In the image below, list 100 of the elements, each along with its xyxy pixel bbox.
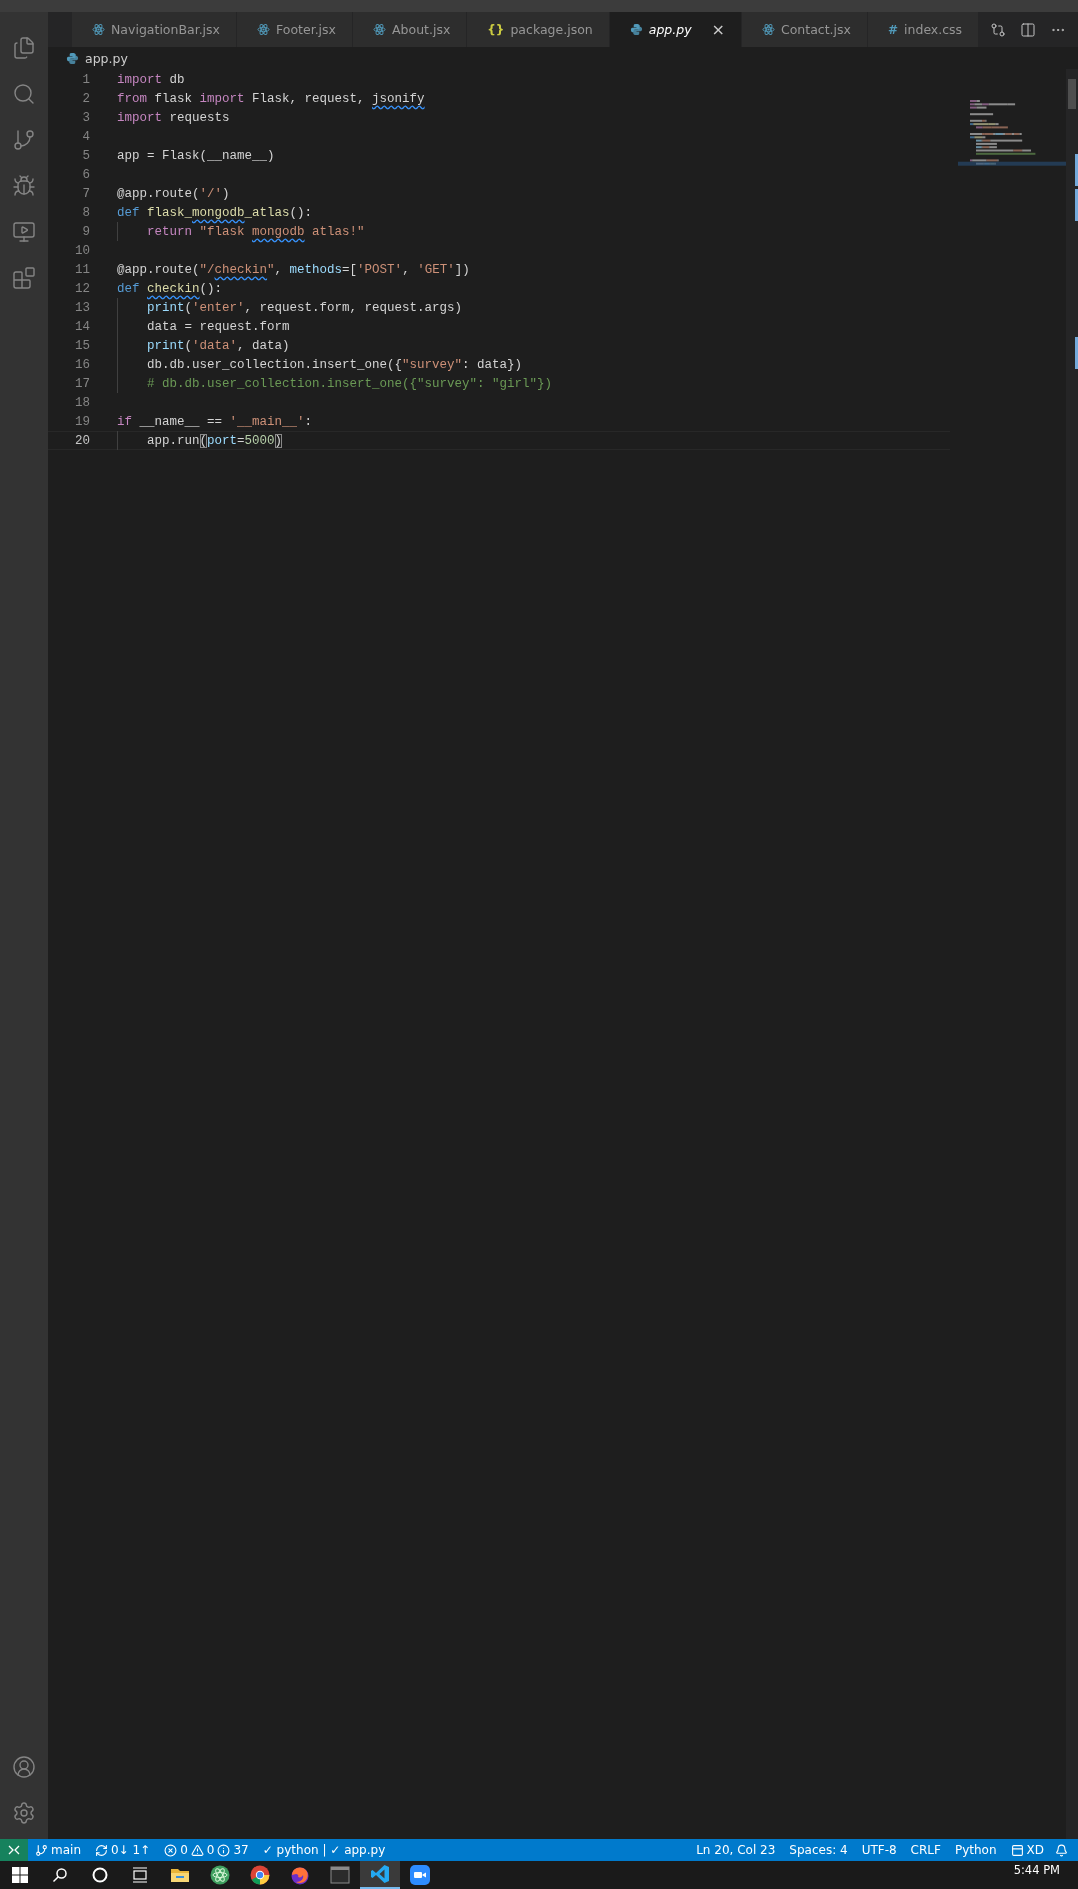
terminal-icon[interactable] — [330, 1865, 350, 1885]
code-line: return "flask mongodb atlas!" — [147, 224, 365, 239]
source-control-icon[interactable] — [12, 128, 36, 152]
layout-item[interactable]: XD — [1003, 1843, 1051, 1857]
tab-label: About.jsx — [392, 22, 451, 37]
settings-icon[interactable] — [12, 1801, 36, 1825]
remote-icon — [8, 1844, 20, 1856]
checks-item[interactable]: ✓ python | ✓ app.py — [255, 1843, 393, 1857]
circle-icon[interactable] — [92, 1867, 108, 1883]
sync-item[interactable]: 0↓ 1↑ — [88, 1843, 158, 1857]
line-number: 9 — [81, 224, 90, 239]
code-editor-icon[interactable] — [370, 1864, 390, 1884]
braces-icon: {} — [487, 22, 505, 37]
line-number: 8 — [81, 205, 90, 220]
code-line: app = Flask(__name__) — [117, 148, 275, 163]
line-number: 7 — [81, 186, 90, 201]
tab-label: Contact.jsx — [781, 22, 851, 37]
line-number: 11 — [74, 262, 90, 277]
remote-button[interactable] — [0, 1839, 28, 1861]
line-number: 18 — [74, 395, 90, 410]
window-icon — [1010, 1843, 1024, 1857]
video-call-icon[interactable] — [410, 1865, 430, 1885]
bell-icon[interactable] — [1055, 1843, 1068, 1857]
line-number: 2 — [81, 91, 90, 106]
code-line: print('data', data) — [147, 338, 290, 353]
status-item[interactable]: UTF-8 — [854, 1843, 904, 1857]
editor-tab[interactable]: Contact.jsx — [742, 12, 868, 47]
error-count: 0 — [180, 1843, 188, 1857]
start-icon[interactable] — [12, 1867, 28, 1883]
run-debug-icon[interactable] — [12, 174, 36, 198]
atom-icon — [762, 23, 775, 36]
warning-count: 0 — [206, 1843, 215, 1857]
line-number: 20 — [74, 433, 90, 448]
atom-icon — [92, 23, 105, 36]
branch-item[interactable]: main — [28, 1843, 88, 1857]
line-number: 10 — [74, 243, 90, 258]
atom-icon — [257, 23, 270, 36]
atom-icon — [373, 23, 386, 36]
info-icon — [217, 1843, 231, 1857]
status-item[interactable]: CRLF — [903, 1843, 948, 1857]
line-number: 12 — [74, 281, 90, 296]
code-line: if __name__ == '__main__': — [117, 414, 313, 429]
line-number: 5 — [81, 148, 90, 163]
problems-item[interactable]: 0 0 37 — [157, 1843, 256, 1857]
hash-icon: # — [888, 22, 899, 37]
line-number: 17 — [74, 376, 90, 391]
line-number: 4 — [81, 129, 90, 144]
code-line: import db — [117, 72, 185, 87]
python-file-icon — [629, 23, 643, 36]
files-icon[interactable] — [12, 36, 36, 60]
line-number: 14 — [74, 319, 90, 334]
line-number: 6 — [81, 167, 90, 182]
task-view-icon[interactable] — [132, 1867, 148, 1883]
line-number: 19 — [74, 414, 90, 429]
clock: 5:44 PM — [1013, 1862, 1061, 1877]
tab-label: Footer.jsx — [276, 22, 336, 37]
editor-tab[interactable]: About.jsx — [353, 12, 468, 47]
status-item[interactable]: Ln 20, Col 23 — [689, 1843, 783, 1857]
atom-icon[interactable] — [210, 1865, 230, 1885]
editor-tab[interactable]: NavigationBar.jsx — [72, 12, 237, 47]
editor-tab[interactable]: {} package.json — [467, 12, 610, 47]
python-file-icon — [66, 51, 79, 65]
info-count: 37 — [233, 1843, 249, 1857]
tab-label: package.json — [510, 22, 593, 37]
code-line: from flask import Flask, request, jsonify — [117, 91, 425, 106]
compare-icon[interactable] — [990, 21, 1006, 38]
scrollbar-drawing[interactable] — [1066, 69, 1078, 1839]
code-line: data = request.form — [147, 319, 290, 334]
code-line: @app.route("/checkin", methods=['POST', 'GET']) — [117, 262, 470, 277]
error-icon — [164, 1843, 178, 1857]
line-number: 13 — [74, 300, 90, 315]
fox-browser-icon[interactable] — [290, 1865, 310, 1885]
warning-icon — [190, 1843, 204, 1857]
branch-icon — [35, 1843, 48, 1857]
status-item[interactable]: Spaces: 4 — [782, 1843, 855, 1857]
tab-label: NavigationBar.jsx — [111, 22, 220, 37]
tab-label: index.css — [904, 22, 963, 37]
search-icon[interactable] — [52, 1867, 68, 1883]
code-line: # db.db.user_collection.insert_one({"survey": "girl"}) — [147, 376, 553, 391]
code-line: print('enter', request.form, request.args) — [147, 300, 463, 315]
line-number: 15 — [74, 338, 90, 353]
editor-tab[interactable]: Footer.jsx — [237, 12, 353, 47]
browser-icon[interactable] — [250, 1865, 270, 1885]
remote-explorer-icon[interactable] — [12, 220, 36, 244]
status-item[interactable]: Python — [947, 1843, 1004, 1857]
code-line: @app.route('/') — [117, 186, 230, 201]
code-line: def flask_mongodb_atlas(): — [117, 205, 313, 220]
extensions-icon[interactable] — [12, 266, 36, 290]
line-number: 1 — [81, 72, 90, 87]
breadcrumb[interactable]: app.py — [85, 50, 128, 66]
code-line: def checkin(): — [117, 281, 223, 296]
close-icon[interactable]: × — [711, 20, 725, 39]
line-number: 16 — [74, 357, 90, 372]
editor-tab[interactable]: # index.css — [868, 12, 980, 47]
sync-icon — [95, 1843, 108, 1857]
tab-label: app.py — [648, 22, 692, 37]
account-icon[interactable] — [12, 1755, 36, 1779]
code-line: app.run(port=5000) — [147, 433, 283, 448]
editor-tab[interactable]: app.py × — [609, 12, 742, 47]
split-editor-icon[interactable] — [1020, 21, 1036, 38]
